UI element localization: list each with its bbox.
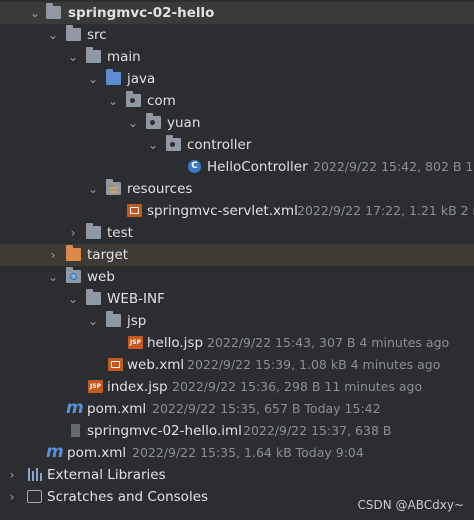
tree-label: WEB-INF bbox=[107, 291, 165, 307]
maven-icon: m bbox=[66, 398, 84, 418]
tree-label: springmvc-servlet.xml bbox=[147, 203, 298, 219]
tree-label: jsp bbox=[127, 313, 147, 329]
excluded-folder-icon bbox=[66, 245, 81, 261]
tree-label: External Libraries bbox=[47, 467, 166, 483]
folder-icon bbox=[66, 25, 81, 41]
tree-row-main[interactable]: ⌄ main bbox=[0, 46, 474, 68]
xml-file-icon bbox=[127, 204, 142, 217]
chevron-down-icon[interactable]: ⌄ bbox=[107, 90, 119, 112]
tree-row-jsp[interactable]: ⌄ jsp bbox=[0, 310, 474, 332]
file-meta: 2022/9/22 15:35, 657 B Today 15:42 bbox=[152, 401, 381, 416]
xml-file-icon bbox=[108, 358, 123, 371]
chevron-right-icon[interactable]: › bbox=[6, 486, 18, 508]
tree-row-web[interactable]: ⌄ web bbox=[0, 266, 474, 288]
tree-label: index.jsp bbox=[107, 379, 168, 395]
chevron-right-icon[interactable]: › bbox=[47, 244, 59, 266]
tree-row-hello-jsp[interactable]: JSP hello.jsp 2022/9/22 15:43, 307 B 4 m… bbox=[0, 332, 474, 354]
chevron-right-icon[interactable]: › bbox=[6, 464, 18, 486]
chevron-down-icon[interactable]: ⌄ bbox=[87, 68, 99, 90]
tree-row-module-pom[interactable]: m pom.xml 2022/9/22 15:35, 657 B Today 1… bbox=[0, 398, 474, 420]
package-icon bbox=[146, 113, 161, 129]
chevron-down-icon[interactable]: ⌄ bbox=[87, 178, 99, 200]
tree-label: com bbox=[147, 93, 176, 109]
file-meta: 2022/9/22 17:22, 1.21 kB 2 mi bbox=[297, 203, 474, 218]
file-meta: 2022/9/22 15:37, 638 B bbox=[243, 423, 392, 438]
tree-row-index-jsp[interactable]: JSP index.jsp 2022/9/22 15:36, 298 B 11 … bbox=[0, 376, 474, 398]
folder-icon bbox=[86, 289, 101, 305]
folder-icon bbox=[86, 47, 101, 63]
tree-row-test[interactable]: › test bbox=[0, 222, 474, 244]
tree-label: pom.xml bbox=[87, 401, 147, 417]
tree-label: springmvc-02-hello.iml bbox=[87, 423, 242, 439]
maven-icon: m bbox=[46, 442, 64, 462]
chevron-down-icon[interactable]: ⌄ bbox=[47, 24, 59, 46]
file-meta: 2022/9/22 15:42, 802 B 11 m bbox=[313, 159, 474, 174]
tree-row-resources[interactable]: ⌄ resources bbox=[0, 178, 474, 200]
folder-icon bbox=[106, 311, 121, 327]
tree-label: Scratches and Consoles bbox=[47, 489, 209, 505]
chevron-down-icon[interactable]: ⌄ bbox=[29, 2, 41, 24]
watermark: CSDN @ABCdxy~ bbox=[357, 498, 464, 512]
chevron-right-icon[interactable]: › bbox=[67, 222, 79, 244]
tree-label: java bbox=[127, 71, 156, 87]
chevron-down-icon[interactable]: ⌄ bbox=[147, 134, 159, 156]
file-meta: 2022/9/22 15:35, 1.64 kB Today 9:04 bbox=[132, 445, 364, 460]
chevron-down-icon[interactable]: ⌄ bbox=[47, 266, 59, 288]
resources-folder-icon bbox=[106, 179, 121, 195]
tree-label: main bbox=[107, 49, 141, 65]
tree-label: springmvc-02-hello bbox=[68, 5, 215, 21]
class-icon: C bbox=[188, 160, 201, 173]
scratches-icon bbox=[27, 490, 42, 503]
package-icon bbox=[126, 91, 141, 107]
chevron-down-icon[interactable]: ⌄ bbox=[87, 310, 99, 332]
tree-label: web.xml bbox=[127, 357, 185, 373]
source-folder-icon bbox=[106, 69, 121, 85]
tree-row-src[interactable]: ⌄ src bbox=[0, 24, 474, 46]
jsp-file-icon: JSP bbox=[128, 336, 143, 349]
tree-row-java[interactable]: ⌄ java bbox=[0, 68, 474, 90]
file-meta: 2022/9/22 15:36, 298 B 11 minutes ago bbox=[172, 379, 423, 394]
tree-row-controller[interactable]: ⌄ controller bbox=[0, 134, 474, 156]
folder-icon bbox=[86, 223, 101, 239]
web-folder-icon bbox=[66, 267, 81, 283]
library-icon bbox=[27, 468, 42, 481]
file-meta: 2022/9/22 15:39, 1.08 kB 4 minutes ago bbox=[187, 357, 441, 372]
jsp-file-icon: JSP bbox=[88, 380, 103, 393]
tree-row-com[interactable]: ⌄ com bbox=[0, 90, 474, 112]
tree-row-target[interactable]: › target bbox=[0, 244, 474, 266]
tree-label: hello.jsp bbox=[147, 335, 204, 351]
chevron-down-icon[interactable]: ⌄ bbox=[67, 46, 79, 68]
tree-label: pom.xml bbox=[67, 445, 127, 461]
tree-row-yuan[interactable]: ⌄ yuan bbox=[0, 112, 474, 134]
tree-row-module-iml[interactable]: springmvc-02-hello.iml 2022/9/22 15:37, … bbox=[0, 420, 474, 442]
iml-file-icon bbox=[71, 424, 80, 437]
tree-row-web-xml[interactable]: web.xml 2022/9/22 15:39, 1.08 kB 4 minut… bbox=[0, 354, 474, 376]
tree-label: resources bbox=[127, 181, 193, 197]
package-icon bbox=[166, 135, 181, 151]
tree-row-web-inf[interactable]: ⌄ WEB-INF bbox=[0, 288, 474, 310]
chevron-down-icon[interactable]: ⌄ bbox=[127, 112, 139, 134]
module-folder-icon bbox=[46, 3, 61, 19]
tree-label: target bbox=[87, 247, 129, 263]
tree-row-servlet-xml[interactable]: springmvc-servlet.xml 2022/9/22 17:22, 1… bbox=[0, 200, 474, 222]
project-tree: ⌄ springmvc-02-hello ⌄ src ⌄ main ⌄ java… bbox=[0, 2, 474, 508]
tree-row-hello-controller[interactable]: C HelloController 2022/9/22 15:42, 802 B… bbox=[0, 156, 474, 178]
tree-label: web bbox=[87, 269, 115, 285]
file-meta: 2022/9/22 15:43, 307 B 4 minutes ago bbox=[207, 335, 450, 350]
tree-row-project-root[interactable]: ⌄ springmvc-02-hello bbox=[0, 2, 474, 24]
chevron-down-icon[interactable]: ⌄ bbox=[67, 288, 79, 310]
tree-row-root-pom[interactable]: m pom.xml 2022/9/22 15:35, 1.64 kB Today… bbox=[0, 442, 474, 464]
tree-label: test bbox=[107, 225, 133, 241]
tree-label: controller bbox=[187, 137, 252, 153]
tree-label: HelloController bbox=[207, 159, 308, 175]
tree-row-external-libraries[interactable]: › External Libraries bbox=[0, 464, 474, 486]
tree-label: src bbox=[87, 27, 107, 43]
tree-label: yuan bbox=[167, 115, 201, 131]
